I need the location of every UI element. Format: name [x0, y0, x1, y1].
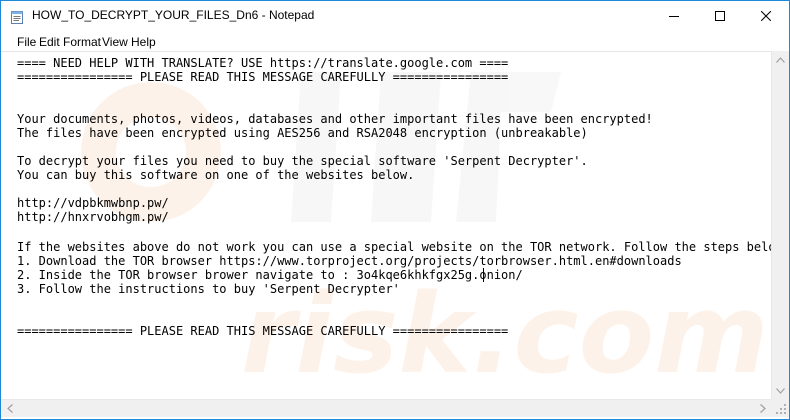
text-line: 1. Download the TOR browser https://www.…: [17, 254, 682, 268]
menu-view[interactable]: View: [102, 35, 128, 49]
text-line: The files have been encrypted using AES2…: [17, 126, 588, 140]
menu-bar: File Edit Format View Help: [1, 31, 789, 51]
minimize-button[interactable]: [651, 1, 697, 31]
maximize-button[interactable]: [697, 1, 743, 31]
text-line: ==== NEED HELP WITH TRANSLATE? USE https…: [17, 56, 509, 70]
menu-edit[interactable]: Edit: [39, 35, 60, 49]
chevron-down-icon: [776, 387, 785, 394]
text-editor[interactable]: risk.com ==== NEED HELP WITH TRANSLATE? …: [1, 51, 771, 400]
title-bar[interactable]: HOW_TO_DECRYPT_YOUR_FILES_Dn6 - Notepad: [1, 1, 789, 31]
menu-help[interactable]: Help: [131, 35, 156, 49]
vertical-scrollbar[interactable]: [771, 51, 789, 399]
scroll-right-button[interactable]: [754, 400, 771, 417]
resize-grip[interactable]: [771, 399, 789, 417]
menu-file[interactable]: File: [17, 35, 36, 49]
scroll-down-button[interactable]: [772, 382, 789, 399]
horizontal-scrollbar[interactable]: [1, 399, 771, 417]
text-line: http://vdpbkmwbnp.pw/: [17, 196, 169, 210]
text-line: http://hnxrvobhgm.pw/: [17, 210, 169, 224]
window-title: HOW_TO_DECRYPT_YOUR_FILES_Dn6 - Notepad: [32, 8, 315, 22]
close-button[interactable]: [743, 1, 789, 31]
text-line: ================ PLEASE READ THIS MESSAG…: [17, 324, 509, 338]
scroll-left-button[interactable]: [1, 400, 18, 417]
watermark: risk.com: [81, 72, 769, 398]
text-line: 3. Follow the instructions to buy 'Serpe…: [17, 282, 400, 296]
text-line: If the websites above do not work you ca…: [17, 240, 771, 254]
menu-format[interactable]: Format: [63, 35, 101, 49]
close-icon: [761, 11, 771, 21]
maximize-icon: [715, 11, 725, 21]
text-line: You can buy this software on one of the …: [17, 168, 415, 182]
chevron-left-icon: [6, 404, 13, 413]
chevron-right-icon: [759, 404, 766, 413]
resize-grip-icon: [776, 404, 786, 414]
text-line: To decrypt your files you need to buy th…: [17, 154, 588, 168]
text-line: 2. Inside the TOR browser brower navigat…: [17, 268, 523, 282]
notepad-icon: [10, 9, 24, 24]
text-line: ================ PLEASE READ THIS MESSAG…: [17, 70, 509, 84]
scroll-up-button[interactable]: [772, 51, 789, 68]
text-line: Your documents, photos, videos, database…: [17, 112, 653, 126]
text-caret: [483, 268, 484, 282]
minimize-icon: [669, 16, 679, 17]
chevron-up-icon: [776, 56, 785, 63]
notepad-window: HOW_TO_DECRYPT_YOUR_FILES_Dn6 - Notepad …: [0, 0, 790, 420]
